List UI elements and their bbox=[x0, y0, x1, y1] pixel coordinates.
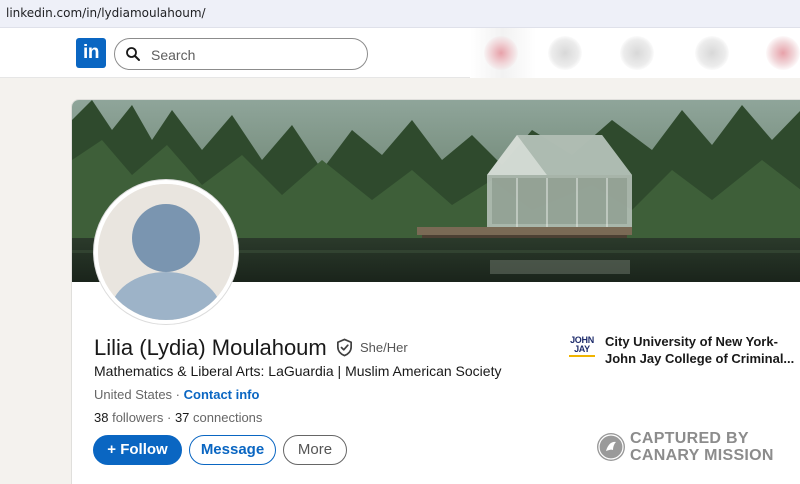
education-link[interactable]: City University of New York- John Jay Co… bbox=[605, 333, 795, 367]
url-text[interactable]: linkedin.com/in/lydiamoulahoum/ bbox=[6, 6, 206, 20]
stats-separator: · bbox=[163, 410, 175, 425]
profile-headline: Mathematics & Liberal Arts: LaGuardia | … bbox=[94, 363, 502, 379]
education-line-1: City University of New York- bbox=[605, 334, 778, 349]
location-separator: · bbox=[172, 387, 184, 402]
nav-blur-4 bbox=[695, 36, 729, 70]
location-text: United States bbox=[94, 387, 173, 402]
canary-mission-watermark: CAPTURED BY CANARY MISSION bbox=[597, 430, 797, 466]
more-button[interactable]: More bbox=[283, 435, 347, 465]
watermark-text: CAPTURED BY CANARY MISSION bbox=[630, 430, 774, 464]
nav-items-blurred bbox=[470, 28, 800, 78]
location-line: United States · Contact info bbox=[94, 387, 259, 402]
logo-accent-bar bbox=[569, 355, 595, 357]
logo-line-2: JAY bbox=[574, 344, 590, 354]
search-icon bbox=[126, 47, 140, 61]
network-stats: 38 followers · 37 connections bbox=[94, 410, 262, 425]
default-person-icon bbox=[98, 184, 234, 320]
bird-seal-icon bbox=[597, 433, 625, 461]
message-button[interactable]: Message bbox=[189, 435, 276, 465]
nav-blur-2 bbox=[548, 36, 582, 70]
top-navigation: in bbox=[0, 28, 800, 78]
followers-count[interactable]: 38 bbox=[94, 410, 108, 425]
follow-button[interactable]: + Follow bbox=[93, 435, 182, 465]
verified-shield-icon[interactable] bbox=[335, 338, 354, 357]
profile-avatar[interactable] bbox=[94, 180, 238, 324]
john-jay-logo[interactable]: JOHN JAY bbox=[568, 336, 596, 362]
browser-address-bar[interactable]: linkedin.com/in/lydiamoulahoum/ bbox=[0, 0, 800, 28]
connections-label: connections bbox=[189, 410, 263, 425]
search-box[interactable] bbox=[114, 38, 368, 70]
profile-name: Lilia (Lydia) Moulahoum bbox=[94, 335, 327, 360]
watermark-line-1: CAPTURED BY bbox=[630, 430, 749, 447]
education-line-2: John Jay College of Criminal... bbox=[605, 351, 795, 366]
nav-blur-3 bbox=[620, 36, 654, 70]
followers-label: followers bbox=[108, 410, 164, 425]
nav-blur-1 bbox=[484, 36, 518, 70]
connections-count[interactable]: 37 bbox=[175, 410, 189, 425]
nav-blur-5 bbox=[766, 36, 800, 70]
pronouns: She/Her bbox=[360, 340, 408, 355]
contact-info-link[interactable]: Contact info bbox=[184, 387, 260, 402]
watermark-line-2: CANARY MISSION bbox=[630, 447, 774, 464]
search-input[interactable] bbox=[151, 45, 351, 65]
linkedin-logo[interactable]: in bbox=[76, 38, 106, 68]
